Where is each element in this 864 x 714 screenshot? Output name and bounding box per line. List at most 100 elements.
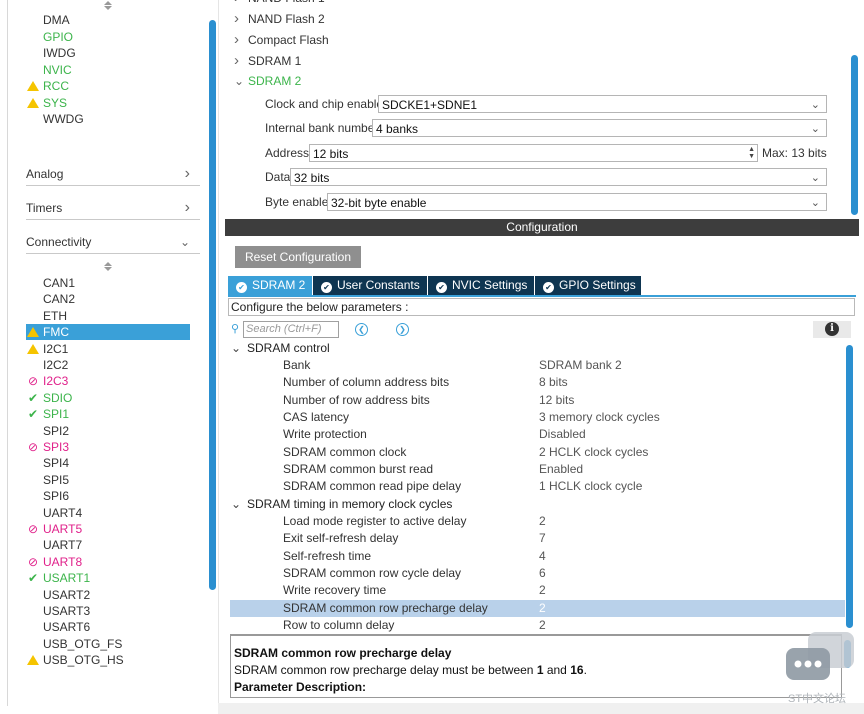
peripheral-item[interactable]: CAN2 [26, 291, 190, 307]
peripheral-label: DMA [43, 13, 70, 27]
parameter-value[interactable]: 4 [539, 548, 546, 565]
mode-tree-item-expanded[interactable]: ⌄ SDRAM 2 [234, 71, 301, 91]
parameter-value[interactable]: 1 HCLK clock cycle [539, 478, 642, 495]
peripheral-item[interactable]: USB_OTG_HS [26, 652, 190, 668]
parameter-row[interactable]: Number of row address bits 12 bits [230, 392, 845, 409]
peripheral-item[interactable]: UART4 [26, 505, 190, 521]
parameter-group[interactable]: ⌄ SDRAM control [231, 340, 330, 357]
parameter-row[interactable]: Write recovery time 2 [230, 582, 845, 599]
peripheral-item[interactable]: USB_OTG_FS [26, 636, 190, 652]
sort-up-icon[interactable] [104, 1, 112, 5]
parameter-row[interactable]: Number of column address bits 8 bits [230, 374, 845, 391]
peripheral-item[interactable]: ⊘ SPI3 [26, 439, 190, 455]
peripheral-item[interactable]: DMA [26, 12, 190, 28]
parameter-row[interactable]: SDRAM common row cycle delay 6 [230, 565, 845, 582]
peripheral-item[interactable]: ✔ SDIO [26, 390, 190, 406]
parameter-row[interactable]: SDRAM common row precharge delay 2 [230, 599, 845, 617]
peripheral-item[interactable]: ⊘ I2C3 [26, 373, 190, 389]
clock-chip-enable-select[interactable]: SDCKE1+SDNE1 ⌄ [378, 95, 827, 113]
tab-gpio-settings[interactable]: ✔ GPIO Settings [535, 276, 641, 295]
peripheral-item[interactable]: ✔ SPI1 [26, 406, 190, 422]
parameter-row[interactable]: Bank SDRAM bank 2 [230, 357, 845, 374]
parameter-value[interactable]: 2 HCLK clock cycles [539, 444, 648, 461]
parameter-row[interactable]: SDRAM common burst read Enabled [230, 461, 845, 478]
peripheral-item[interactable]: USART3 [26, 603, 190, 619]
mode-tree-item[interactable]: › SDRAM 1 [234, 51, 301, 71]
search-prev-icon[interactable]: ❮ [355, 323, 368, 336]
parameter-row[interactable]: Self-refresh time 4 [230, 548, 845, 565]
parameter-row[interactable]: Write protection Disabled [230, 426, 845, 443]
tab-nvic-settings[interactable]: ✔ NVIC Settings [428, 276, 534, 295]
peripheral-item[interactable]: SPI6 [26, 488, 190, 504]
parameter-value[interactable]: 2 [539, 582, 546, 599]
peripheral-item[interactable]: GPIO [26, 29, 190, 45]
parameter-value[interactable]: 8 bits [539, 374, 568, 391]
parameter-value[interactable]: SDRAM bank 2 [539, 357, 622, 374]
params-scrollbar[interactable] [846, 345, 853, 628]
peripheral-item[interactable]: ETH [26, 308, 190, 324]
parameter-value[interactable]: 6 [539, 565, 546, 582]
search-next-icon[interactable]: ❯ [396, 323, 409, 336]
internal-bank-select[interactable]: 4 banks ⌄ [372, 119, 827, 137]
mode-tree-item[interactable]: › Compact Flash [234, 30, 329, 50]
data-select[interactable]: 32 bits ⌄ [290, 168, 827, 186]
peripheral-item[interactable]: UART7 [26, 537, 190, 553]
peripheral-item[interactable]: ⊘ UART8 [26, 554, 190, 570]
tab-user-constants[interactable]: ✔ User Constants [313, 276, 427, 295]
spinner-arrows-icon[interactable]: ▲ ▼ [748, 146, 755, 160]
peripheral-item[interactable]: WWDG [26, 111, 190, 127]
search-input[interactable]: Search (Ctrl+F) [243, 321, 339, 338]
parameter-row[interactable]: Load mode register to active delay 2 [230, 513, 845, 530]
left-scrollbar[interactable] [209, 20, 216, 590]
sort-down-icon[interactable] [104, 267, 112, 271]
parameter-row[interactable]: Exit self-refresh delay 7 [230, 530, 845, 547]
byte-enable-select[interactable]: 32-bit byte enable ⌄ [327, 193, 827, 211]
parameter-row[interactable]: SDRAM common read pipe delay 1 HCLK clock… [230, 478, 845, 495]
address-spinner[interactable]: 12 bits ▲ ▼ [309, 144, 758, 162]
peripheral-item[interactable]: SPI2 [26, 423, 190, 439]
peripheral-item[interactable]: CAN1 [26, 275, 190, 291]
select-value: SDCKE1+SDNE1 [382, 98, 478, 112]
sort-up-icon[interactable] [104, 262, 112, 266]
peripheral-item[interactable]: I2C1 [26, 341, 190, 357]
parameter-value[interactable]: 2 [539, 617, 546, 634]
parameter-value[interactable]: Disabled [539, 426, 586, 443]
parameter-value[interactable]: 2 [539, 513, 546, 530]
parameter-row[interactable]: Row to column delay 2 [230, 617, 845, 634]
peripheral-item[interactable]: IWDG [26, 45, 190, 61]
mode-tree-item[interactable]: ›NAND Flash 1 [234, 0, 325, 8]
peripheral-label: WWDG [43, 112, 84, 126]
peripheral-item[interactable]: NVIC [26, 62, 190, 78]
parameter-row[interactable]: SDRAM common clock 2 HCLK clock cycles [230, 444, 845, 461]
peripheral-item[interactable]: I2C2 [26, 357, 190, 373]
parameter-value[interactable]: Enabled [539, 461, 583, 478]
parameter-row[interactable]: CAS latency 3 memory clock cycles [230, 409, 845, 426]
peripheral-item[interactable]: USART2 [26, 587, 190, 603]
sort-down-icon[interactable] [104, 6, 112, 10]
peripheral-item[interactable]: SPI5 [26, 472, 190, 488]
mode-tree-item[interactable]: › NAND Flash 2 [234, 9, 325, 29]
peripheral-label: I2C1 [43, 341, 69, 356]
category-timers[interactable]: Timers › [26, 197, 200, 220]
check-icon: ✔ [27, 390, 39, 405]
mode-scrollbar[interactable] [851, 55, 858, 215]
category-connectivity[interactable]: Connectivity ⌄ [26, 231, 200, 254]
parameter-value[interactable]: 7 [539, 530, 546, 547]
peripheral-item[interactable]: ✔ USART1 [26, 570, 190, 586]
reset-configuration-button[interactable]: Reset Configuration [235, 246, 361, 268]
peripheral-label: USART2 [43, 587, 91, 602]
peripheral-item[interactable]: SPI4 [26, 455, 190, 471]
peripheral-item[interactable]: FMC [26, 324, 190, 341]
parameter-value[interactable]: 3 memory clock cycles [539, 409, 660, 426]
peripheral-item[interactable]: USART6 [26, 619, 190, 635]
tab-sdram-2[interactable]: ✔ SDRAM 2 [228, 276, 312, 295]
watermark-text: ST中文论坛 [788, 693, 847, 705]
parameter-group[interactable]: ⌄ SDRAM timing in memory clock cycles [231, 496, 452, 513]
category-analog[interactable]: Analog › [26, 163, 200, 186]
info-button[interactable]: i [813, 321, 851, 338]
peripheral-item[interactable]: SYS [26, 95, 190, 111]
parameter-value[interactable]: 2 [539, 600, 546, 617]
parameter-value[interactable]: 12 bits [539, 392, 574, 409]
peripheral-item[interactable]: ⊘ UART5 [26, 521, 190, 537]
peripheral-item[interactable]: RCC [26, 78, 190, 94]
